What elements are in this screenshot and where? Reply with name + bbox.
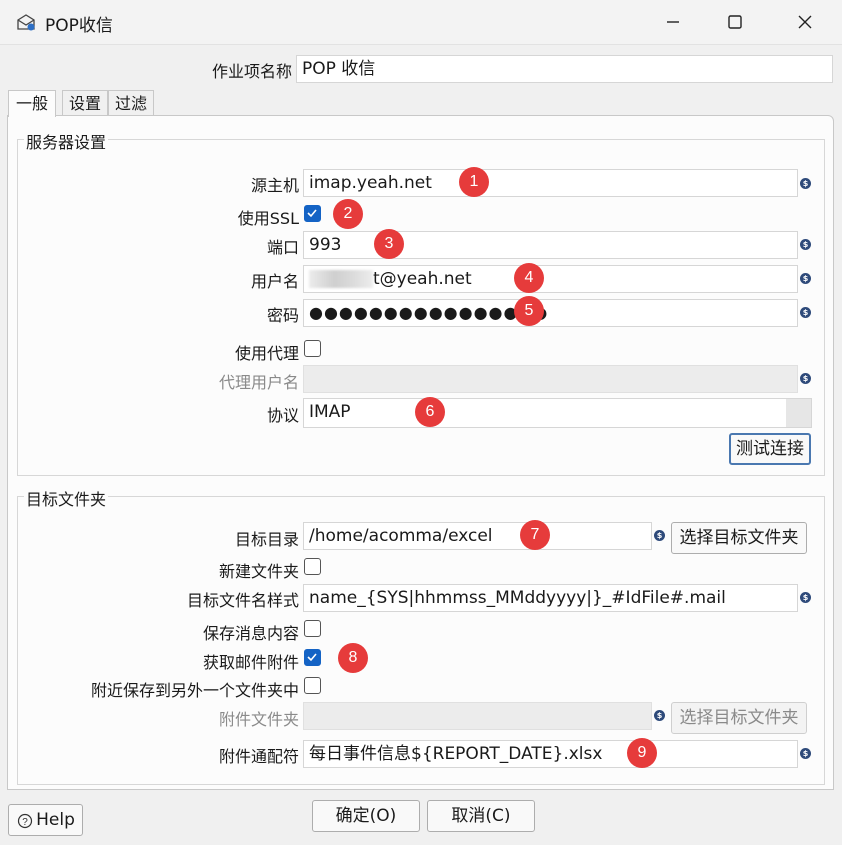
port-label: 端口 <box>266 238 299 257</box>
protocol-value: IMAP <box>309 402 351 422</box>
save-message-checkbox[interactable] <box>304 620 321 637</box>
test-connection-button[interactable]: 测试连接 <box>729 433 811 465</box>
annotation-badge: 2 <box>333 199 363 229</box>
ok-button[interactable]: 确定(O) <box>312 800 420 832</box>
filename-pattern-label: 目标文件名样式 <box>186 591 299 610</box>
host-label: 源主机 <box>250 176 299 195</box>
annotation-badge: 9 <box>627 738 657 768</box>
get-attachments-checkbox[interactable] <box>304 649 321 666</box>
attach-other-folder-label: 附近保存到另外一个文件夹中 <box>90 681 299 700</box>
protocol-select[interactable]: IMAP <box>303 398 812 428</box>
proxy-checkbox[interactable] <box>304 340 321 357</box>
redacted-blur <box>309 270 373 288</box>
checkmark-icon <box>307 209 317 218</box>
cancel-button[interactable]: 取消(C) <box>427 800 535 832</box>
tab-filter[interactable]: 过滤 <box>108 90 154 116</box>
annotation-badge: 5 <box>514 296 544 326</box>
choose-target-folder-button[interactable]: 选择目标文件夹 <box>671 522 807 554</box>
attach-folder-input[interactable] <box>303 702 652 730</box>
target-dir-input[interactable]: /home/acomma/excel <box>303 522 652 550</box>
username-label: 用户名 <box>250 272 299 291</box>
username-value: t@yeah.net <box>373 269 472 289</box>
proxy-user-input[interactable] <box>303 365 798 393</box>
target-dir-label: 目标目录 <box>234 530 299 549</box>
attach-folder-label: 附件文件夹 <box>218 710 299 729</box>
password-input[interactable]: ●●●●●●●●●●●●●●●● <box>303 299 798 327</box>
help-icon: ? <box>17 813 33 829</box>
variable-icon[interactable]: $ <box>800 273 811 284</box>
host-input[interactable]: imap.yeah.net <box>303 169 798 197</box>
title-bar: POP收信 <box>0 0 842 45</box>
filename-pattern-input[interactable]: name_{SYS|hhmmss_MMddyyyy|}_#IdFile#.mai… <box>303 584 798 612</box>
annotation-badge: 1 <box>459 167 489 197</box>
dropdown-arrow-icon[interactable] <box>786 399 811 427</box>
close-icon <box>798 15 812 29</box>
minimize-button[interactable] <box>640 0 706 44</box>
variable-icon[interactable]: $ <box>800 239 811 250</box>
attach-wildcard-input[interactable]: 每日事件信息${REPORT_DATE}.xlsx <box>303 740 798 768</box>
job-name-label: 作业项名称 <box>211 62 292 81</box>
username-input[interactable]: t@yeah.net <box>303 265 798 293</box>
annotation-badge: 6 <box>415 397 445 427</box>
maximize-button[interactable] <box>702 0 768 44</box>
close-button[interactable] <box>772 0 838 44</box>
target-folder-title: 目标文件夹 <box>24 486 109 510</box>
variable-icon[interactable]: $ <box>800 307 811 318</box>
window-title: POP收信 <box>45 16 113 36</box>
protocol-label: 协议 <box>266 406 299 425</box>
variable-icon[interactable]: $ <box>800 592 811 603</box>
get-attachments-label: 获取邮件附件 <box>202 653 299 672</box>
maximize-icon <box>728 15 742 29</box>
mail-open-icon <box>17 14 35 31</box>
create-folder-checkbox[interactable] <box>304 558 321 575</box>
ssl-label: 使用SSL <box>237 209 299 228</box>
annotation-badge: 4 <box>514 263 544 293</box>
variable-icon[interactable]: $ <box>800 748 811 759</box>
attach-wildcard-label: 附件通配符 <box>218 747 299 766</box>
help-label: Help <box>36 810 75 830</box>
ssl-checkbox[interactable] <box>304 205 321 222</box>
variable-icon[interactable]: $ <box>654 710 665 721</box>
variable-icon[interactable]: $ <box>800 178 811 189</box>
server-settings-title: 服务器设置 <box>24 129 109 153</box>
variable-icon[interactable]: $ <box>800 373 811 384</box>
annotation-badge: 7 <box>520 520 550 550</box>
job-name-input[interactable]: POP 收信 <box>296 55 833 83</box>
proxy-label: 使用代理 <box>234 344 299 363</box>
variable-icon[interactable]: $ <box>654 530 665 541</box>
help-button[interactable]: ? Help <box>8 804 83 836</box>
minimize-icon <box>667 21 679 23</box>
choose-attach-folder-button[interactable]: 选择目标文件夹 <box>671 702 807 734</box>
attach-other-folder-checkbox[interactable] <box>304 677 321 694</box>
tab-settings[interactable]: 设置 <box>62 90 108 116</box>
svg-text:?: ? <box>22 817 28 828</box>
create-folder-label: 新建文件夹 <box>218 562 299 581</box>
annotation-badge: 3 <box>374 229 404 259</box>
proxy-user-label: 代理用户名 <box>218 373 299 392</box>
checkmark-icon <box>307 653 317 662</box>
password-label: 密码 <box>266 306 299 325</box>
save-message-label: 保存消息内容 <box>202 624 299 643</box>
tab-general[interactable]: 一般 <box>8 90 56 117</box>
annotation-badge: 8 <box>338 643 368 673</box>
